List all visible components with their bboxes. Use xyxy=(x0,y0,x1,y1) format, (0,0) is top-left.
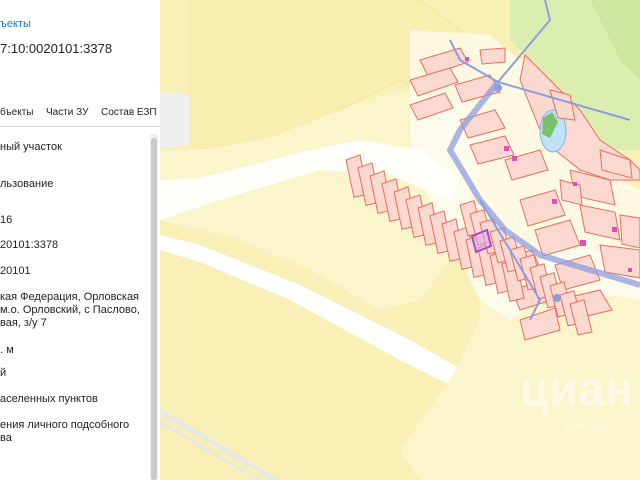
attr-permitted-use: ения личного подсобного ва xyxy=(0,419,130,444)
boundary-node xyxy=(494,84,502,92)
building-marker xyxy=(580,240,586,246)
cadastral-number-title: 7:10:0020101:3378 xyxy=(0,41,113,56)
scrollbar-thumb[interactable] xyxy=(151,138,157,480)
attr-object-type: ный участок xyxy=(0,141,62,153)
building-marker xyxy=(573,182,577,186)
tab-parts[interactable]: Части ЗУ xyxy=(46,107,88,118)
attr-address: кая Федерация, Орловская м.о. Орловский,… xyxy=(0,291,140,329)
tab-bar: бъекты Части ЗУ Состав ЕЗП xyxy=(0,104,160,127)
parcel xyxy=(619,214,640,249)
boundary-node xyxy=(553,294,561,302)
attr-usage: льзование xyxy=(0,178,54,190)
cadastral-map[interactable]: циан Москва xyxy=(160,0,640,480)
building-marker xyxy=(612,227,617,232)
gray-strip-left xyxy=(160,92,190,148)
building-marker xyxy=(504,146,509,151)
attr-value: 16 xyxy=(0,214,13,226)
tab-objects[interactable]: бъекты xyxy=(0,107,33,118)
building-marker xyxy=(465,57,469,61)
attr-area: . м xyxy=(0,344,14,356)
building-marker xyxy=(628,268,632,272)
objects-link[interactable]: ъекты xyxy=(0,18,31,30)
tab-composition[interactable]: Состав ЕЗП xyxy=(101,107,157,118)
building-marker xyxy=(512,156,517,161)
attr-land-category: аселенных пунктов xyxy=(0,393,98,405)
building-marker xyxy=(552,199,557,204)
attr-cadastral-number: 20101:3378 xyxy=(0,239,59,251)
parcel xyxy=(479,47,506,65)
watermark-brand: циан xyxy=(520,363,634,415)
attr-status: й xyxy=(0,367,7,379)
property-attributes: ный участок льзование 16 20101:3378 2010… xyxy=(0,126,150,480)
panel-scrollbar[interactable] xyxy=(150,134,158,480)
watermark-subtitle: Москва xyxy=(564,418,609,433)
property-info-panel: ъекты 7:10:0020101:3378 бъекты Части ЗУ … xyxy=(0,0,160,480)
attr-quarter: 20101 xyxy=(0,265,31,277)
